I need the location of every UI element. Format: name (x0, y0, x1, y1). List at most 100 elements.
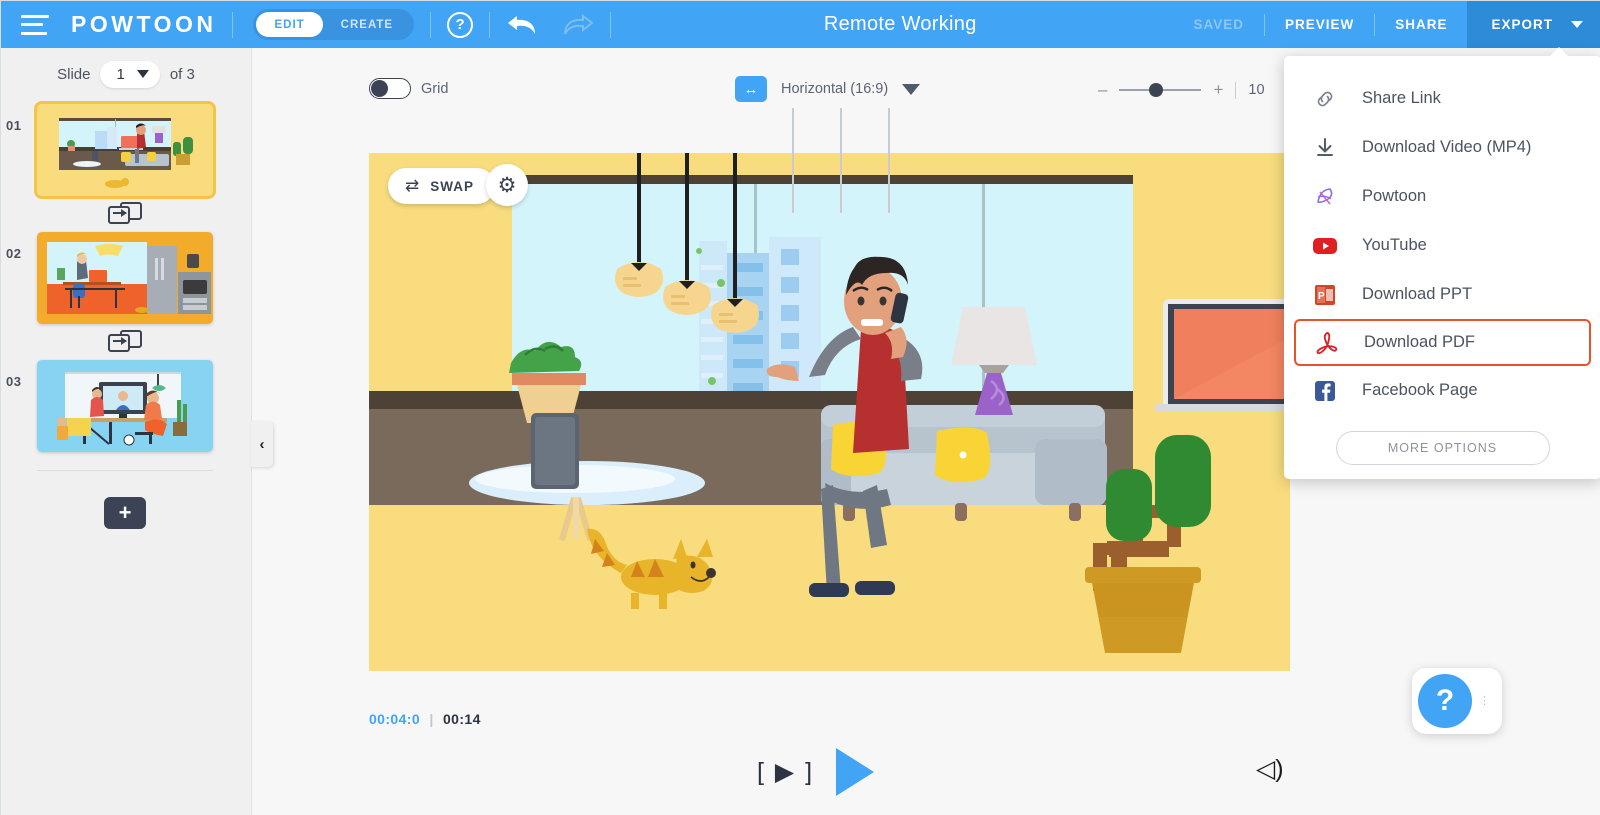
help-floating-button[interactable]: ? ⋮ (1412, 668, 1502, 734)
sidebar-collapse-button[interactable]: ‹ (251, 421, 273, 467)
more-options-button[interactable]: MORE OPTIONS (1335, 431, 1550, 465)
slide-navigator: Slide 1 of 3 (1, 48, 251, 100)
share-button[interactable]: SHARE (1375, 17, 1467, 32)
zoom-in-button[interactable]: + (1213, 80, 1223, 100)
menu-item-youtube[interactable]: YouTube (1294, 221, 1591, 270)
svg-text:P: P (1318, 291, 1325, 302)
chevron-down-icon (136, 70, 149, 78)
play-button[interactable] (836, 748, 875, 796)
slide-list-item: 01 (1, 101, 251, 199)
horizontal-arrows-icon: ↔ (735, 76, 767, 102)
slide-total-label: of 3 (169, 65, 195, 83)
slide-index-label: 02 (6, 246, 22, 261)
slides-sidebar: Slide 1 of 3 01 02 03 + (1, 48, 252, 815)
slide-index-label: 03 (6, 374, 22, 389)
add-slide-button[interactable]: + (104, 497, 146, 529)
slide-canvas[interactable] (369, 153, 1290, 671)
chevron-down-icon (902, 83, 921, 95)
divider (610, 11, 612, 38)
sound-icon[interactable]: ◁) (1256, 754, 1284, 784)
menu-item-label: YouTube (1362, 236, 1427, 254)
slide-transition-button-2[interactable] (37, 324, 213, 360)
powerpoint-icon: P (1308, 284, 1342, 306)
slide-list-item: 02 (1, 232, 251, 324)
facebook-icon (1308, 380, 1342, 402)
guide-line (888, 108, 890, 156)
youtube-icon (1308, 236, 1342, 256)
document-title[interactable]: Remote Working (627, 13, 1173, 36)
divider (489, 11, 491, 38)
guide-line (840, 153, 842, 213)
divider (1235, 81, 1237, 99)
zoom-control: – + 10 (1098, 80, 1265, 100)
download-icon (1308, 136, 1342, 160)
player-bar: 00:04:0 | 00:14 [ ▶ ] ◁) (252, 696, 1600, 815)
powtoon-icon (1308, 184, 1342, 210)
slide-number-dropdown[interactable]: 1 (100, 60, 160, 88)
slide-word-label: Slide (57, 65, 91, 83)
transition-icon (108, 202, 142, 226)
slide-thumbnail-01[interactable] (34, 101, 216, 199)
swap-button-label: SWAP (430, 178, 475, 194)
powtoon-logo: POWTOON (71, 11, 217, 37)
transition-icon (108, 330, 142, 354)
menu-item-download-ppt[interactable]: P Download PPT (1294, 270, 1591, 319)
grid-toggle[interactable]: Grid (369, 78, 448, 99)
undo-redo-group (506, 12, 594, 38)
divider (430, 11, 432, 38)
zoom-out-button[interactable]: – (1098, 80, 1107, 100)
slide-number-value: 1 (116, 65, 125, 83)
mode-toggle[interactable]: EDIT CREATE (253, 9, 415, 40)
menu-item-label: Facebook Page (1362, 381, 1478, 399)
help-question-icon[interactable]: ? (447, 11, 474, 38)
guide-line (840, 108, 842, 156)
menu-hamburger-icon[interactable] (21, 14, 49, 35)
guide-line (792, 108, 794, 156)
zoom-percent-label: 10 (1248, 82, 1265, 98)
guide-line (888, 153, 890, 213)
slide-thumbnail-02[interactable] (37, 232, 213, 324)
swap-button[interactable]: ⇄ SWAP (388, 168, 496, 204)
swap-arrows-icon: ⇄ (405, 176, 420, 195)
gear-icon[interactable]: ⚙ (486, 164, 528, 206)
menu-item-download-pdf[interactable]: Download PDF (1294, 319, 1591, 366)
export-dropdown-menu: Share Link Download Video (MP4) Powtoon … (1284, 47, 1600, 479)
aspect-ratio-label: Horizontal (16:9) (781, 81, 889, 97)
menu-item-label: Download PDF (1364, 333, 1475, 351)
grid-toggle-label: Grid (421, 80, 449, 97)
aspect-ratio-dropdown[interactable]: ↔ Horizontal (16:9) (735, 76, 921, 102)
zoom-slider[interactable] (1119, 83, 1202, 97)
chevron-down-icon (1571, 21, 1583, 28)
slide-index-label: 01 (6, 118, 22, 133)
menu-item-powtoon[interactable]: Powtoon (1294, 172, 1591, 221)
menu-item-label: Download Video (MP4) (1362, 138, 1532, 156)
top-bar-actions: SAVED PREVIEW SHARE EXPORT (1173, 1, 1600, 48)
menu-item-label: Download PPT (1362, 285, 1473, 303)
redo-icon[interactable] (560, 12, 594, 38)
dropdown-arrow (1549, 47, 1569, 57)
guide-line (792, 153, 794, 213)
menu-item-facebook-page[interactable]: Facebook Page (1294, 366, 1591, 415)
slide-transition-button-1[interactable] (37, 196, 213, 232)
preview-button[interactable]: PREVIEW (1265, 17, 1374, 32)
menu-item-share-link[interactable]: Share Link (1294, 74, 1591, 123)
zoom-slider-handle[interactable] (1149, 83, 1164, 97)
tab-edit[interactable]: EDIT (256, 12, 323, 37)
export-button-label: EXPORT (1491, 17, 1553, 32)
preview-slide-button[interactable]: [ ▶ ] (757, 757, 814, 787)
tab-create[interactable]: CREATE (323, 12, 411, 37)
time-readout: 00:04:0 | 00:14 (369, 711, 481, 727)
slide-thumbnail-03[interactable] (37, 360, 213, 452)
time-separator: | (429, 711, 434, 727)
link-icon (1308, 87, 1342, 111)
export-button[interactable]: EXPORT (1467, 1, 1600, 48)
pdf-icon (1310, 331, 1344, 355)
undo-icon[interactable] (506, 12, 540, 38)
slide-list-item: 03 (1, 360, 251, 452)
menu-item-download-video-mp4[interactable]: Download Video (MP4) (1294, 123, 1591, 172)
help-question-icon: ? (1418, 674, 1472, 728)
saved-status: SAVED (1193, 17, 1244, 32)
more-dots-icon[interactable]: ⋮ (1479, 696, 1490, 707)
menu-item-label: Share Link (1362, 89, 1441, 107)
current-time: 00:04:0 (369, 711, 421, 727)
